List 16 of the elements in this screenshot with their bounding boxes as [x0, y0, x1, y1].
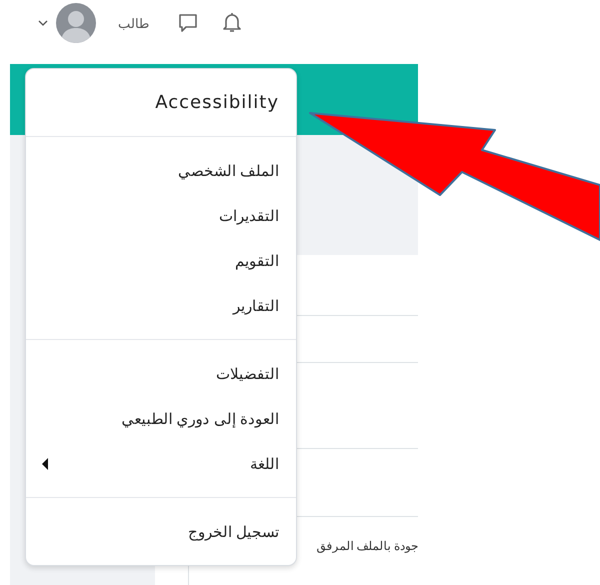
- notification-icon[interactable]: [223, 12, 241, 34]
- caret-icon[interactable]: [38, 20, 48, 26]
- menu-item[interactable]: تسجيل الخروج: [26, 509, 296, 554]
- menu-item[interactable]: العودة إلى دوري الطبيعي: [26, 396, 296, 441]
- chat-icon[interactable]: [177, 12, 199, 34]
- menu-item[interactable]: التفضيلات: [26, 351, 296, 396]
- menu-item[interactable]: التقديرات: [26, 193, 296, 238]
- menu-item[interactable]: الملف الشخصي: [26, 148, 296, 193]
- menu-item[interactable]: اللغة: [26, 441, 296, 486]
- menu-item[interactable]: Accessibility: [26, 80, 296, 125]
- menu-item[interactable]: التقويم: [26, 238, 296, 283]
- user-name[interactable]: طالب: [118, 16, 149, 30]
- menu-item[interactable]: التقارير: [26, 283, 296, 328]
- body-text: جودة بالملف المرفق: [316, 539, 418, 555]
- avatar[interactable]: [56, 3, 96, 43]
- caret-icon: [42, 458, 48, 470]
